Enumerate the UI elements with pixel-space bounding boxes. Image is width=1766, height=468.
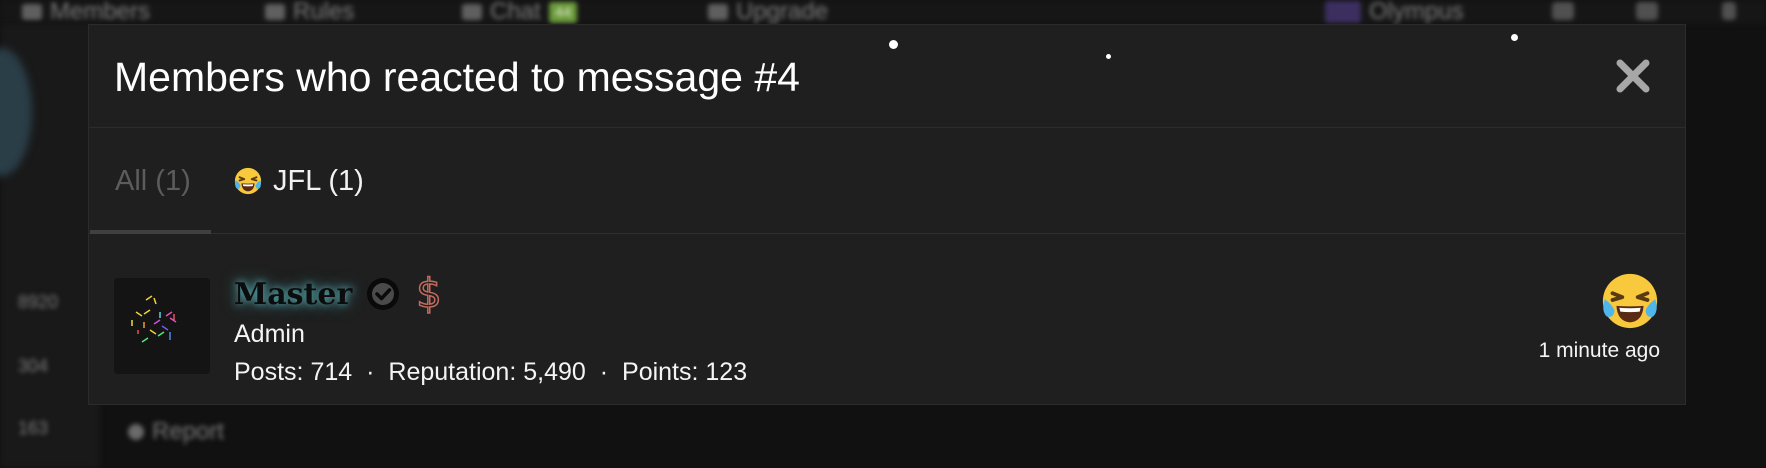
tab-jfl-label: JFL (1) <box>273 164 364 197</box>
modal-header: Members who reacted to message #4 <box>89 25 1685 128</box>
tab-all[interactable]: All (1) <box>90 128 211 234</box>
rules-icon <box>265 4 285 20</box>
laughing-crying-emoji-icon <box>234 167 262 195</box>
snow-dot <box>1511 34 1518 41</box>
member-role: Admin <box>234 320 305 348</box>
tab-all-label: All (1) <box>115 164 191 197</box>
inbox-icon[interactable] <box>1552 2 1574 20</box>
check-circle-icon <box>367 278 400 310</box>
member-name-line: Master $ <box>234 271 443 317</box>
member-name[interactable]: Master <box>234 277 352 312</box>
close-icon <box>1616 59 1650 93</box>
stat-separator: · <box>366 358 375 386</box>
upgrade-icon <box>708 4 728 20</box>
snow-dot <box>1106 54 1111 59</box>
bg-nav-user[interactable]: Olympus <box>1325 0 1464 25</box>
bg-report-link[interactable]: Report <box>128 418 224 446</box>
reputation-value: 5,490 <box>523 358 586 386</box>
member-avatar[interactable] <box>114 278 210 374</box>
bell-icon[interactable] <box>1636 2 1658 20</box>
bg-stat-3: 163 <box>18 418 49 438</box>
bg-stat-1: 8920 <box>18 292 59 312</box>
modal-title: Members who reacted to message #4 <box>114 54 800 100</box>
tab-jfl[interactable]: JFL (1) <box>211 128 389 234</box>
reaction-time: 1 minute ago <box>1538 339 1660 362</box>
bg-stat-2: 304 <box>18 356 49 376</box>
bg-nav-rules[interactable]: Rules <box>265 0 354 25</box>
search-icon[interactable] <box>1722 2 1736 20</box>
background-nav-bar: Members Rules Chat 44 Upgrade Olympus <box>0 0 1766 25</box>
bg-nav-upgrade[interactable]: Upgrade <box>708 0 828 25</box>
user-avatar <box>1325 1 1361 23</box>
posts-label: Posts: <box>234 358 304 386</box>
dollar-icon: $ <box>416 271 443 317</box>
reputation-label: Reputation: <box>388 358 517 386</box>
chat-count-badge: 44 <box>548 1 578 23</box>
member-row: Master $ Admin Posts: 714 · Reputation: … <box>89 234 1685 406</box>
laughing-crying-emoji-icon <box>1602 273 1658 329</box>
stat-separator: · <box>599 358 609 386</box>
reaction-tabs: All (1) JFL (1) <box>89 128 1685 234</box>
page: Members Rules Chat 44 Upgrade Olympus 89… <box>0 0 1766 468</box>
chat-icon <box>462 4 482 20</box>
reactions-modal: Members who reacted to message #4 All (1… <box>88 24 1686 405</box>
points-label: Points: <box>622 358 699 386</box>
snow-dot <box>889 40 898 49</box>
points-value: 123 <box>705 358 748 386</box>
bg-nav-members[interactable]: Members <box>22 0 150 25</box>
members-icon <box>22 4 42 20</box>
close-button[interactable] <box>1613 56 1653 96</box>
report-icon <box>128 424 144 440</box>
avatar-image <box>131 295 177 343</box>
member-stats: Posts: 714 · Reputation: 5,490 · Points:… <box>234 358 747 387</box>
posts-value: 714 <box>310 358 353 386</box>
bg-nav-chat[interactable]: Chat 44 <box>462 0 578 25</box>
